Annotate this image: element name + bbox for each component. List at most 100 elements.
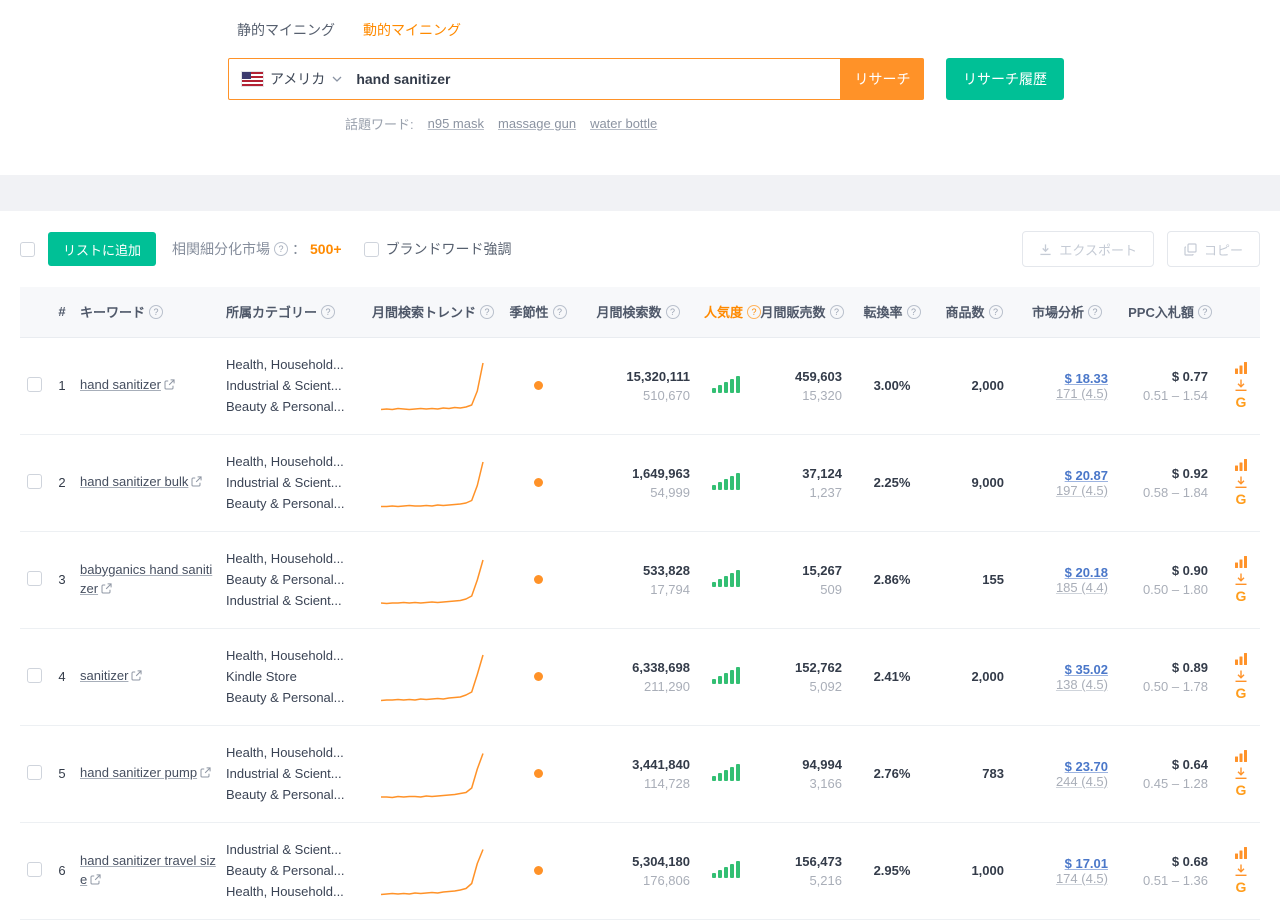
keyword-analytics-icon[interactable] xyxy=(1234,361,1248,375)
download-icon[interactable] xyxy=(1234,572,1248,586)
col-header-ppc[interactable]: PPC入札額 xyxy=(1128,302,1194,321)
external-link-icon[interactable] xyxy=(191,475,202,490)
category-line: Health, Household... xyxy=(226,884,344,899)
reviews-link[interactable]: 244 (4.5) xyxy=(1056,774,1108,789)
external-link-icon[interactable] xyxy=(164,378,175,393)
google-trends-icon[interactable]: G xyxy=(1236,395,1247,410)
help-icon[interactable]: ? xyxy=(480,304,494,319)
help-icon[interactable]: ? xyxy=(1197,304,1212,319)
popularity-bars-icon xyxy=(712,666,740,684)
copy-button[interactable]: コピー xyxy=(1166,231,1260,267)
keyword-analytics-icon[interactable] xyxy=(1234,749,1248,763)
brand-word-checkbox[interactable] xyxy=(363,241,379,257)
col-header-seasonality[interactable]: 季節性 xyxy=(509,302,548,321)
average-price-link[interactable]: $ 35.02 xyxy=(1065,662,1108,677)
help-icon[interactable]: ? xyxy=(906,304,921,319)
tab-static-mining[interactable]: 静的マイニング xyxy=(237,20,335,44)
col-header-keyword[interactable]: キーワード xyxy=(80,302,145,321)
product-count: 1,000 xyxy=(971,863,1004,878)
category-cell: Health, Household... Beauty & Personal..… xyxy=(222,531,366,629)
row-index: 5 xyxy=(48,725,76,823)
keyword-analytics-icon[interactable] xyxy=(1234,555,1248,569)
row-checkbox[interactable] xyxy=(26,473,42,489)
help-icon[interactable]: ? xyxy=(274,242,289,256)
help-icon[interactable]: ? xyxy=(149,304,164,319)
keyword-search-input[interactable] xyxy=(356,59,840,99)
seasonality-cell xyxy=(500,628,576,726)
help-icon[interactable]: ? xyxy=(1088,304,1102,319)
download-icon[interactable] xyxy=(1234,475,1248,489)
keyword-analytics-icon[interactable] xyxy=(1234,652,1248,666)
reviews-link[interactable]: 185 (4.4) xyxy=(1056,580,1108,595)
row-checkbox[interactable] xyxy=(26,861,42,877)
help-icon[interactable]: ? xyxy=(829,304,844,319)
external-link-icon[interactable] xyxy=(90,873,101,888)
google-trends-icon[interactable]: G xyxy=(1236,783,1247,798)
average-price-link[interactable]: $ 17.01 xyxy=(1065,856,1108,871)
col-header-products[interactable]: 商品数 xyxy=(945,302,984,321)
reviews-link[interactable]: 171 (4.5) xyxy=(1056,386,1108,401)
download-icon[interactable] xyxy=(1234,378,1248,392)
research-history-button[interactable]: リサーチ履歴 xyxy=(946,58,1064,100)
help-icon[interactable]: ? xyxy=(665,304,680,319)
col-header-popularity[interactable]: 人気度 xyxy=(704,302,743,321)
external-link-icon[interactable] xyxy=(200,766,211,781)
col-header-market[interactable]: 市場分析 xyxy=(1032,302,1084,321)
row-checkbox[interactable] xyxy=(26,376,42,392)
add-to-list-button[interactable]: リストに追加 xyxy=(48,232,157,266)
select-all-checkbox[interactable] xyxy=(20,241,35,257)
copy-icon xyxy=(1184,242,1197,256)
average-price-link[interactable]: $ 20.18 xyxy=(1065,565,1108,580)
hot-word-link[interactable]: massage gun xyxy=(498,116,576,131)
reviews-link[interactable]: 197 (4.5) xyxy=(1056,483,1108,498)
keyword-analytics-icon[interactable] xyxy=(1234,458,1248,472)
external-link-icon[interactable] xyxy=(131,669,143,684)
google-trends-icon[interactable]: G xyxy=(1236,492,1247,507)
research-button[interactable]: リサーチ xyxy=(841,58,924,100)
google-trends-icon[interactable]: G xyxy=(1236,880,1247,895)
hot-word-link[interactable]: n95 mask xyxy=(428,116,484,131)
col-header-conversion[interactable]: 転換率 xyxy=(863,302,902,321)
col-header-trend[interactable]: 月間検索トレンド xyxy=(372,302,476,321)
product-count: 155 xyxy=(982,572,1004,587)
google-trends-icon[interactable]: G xyxy=(1236,589,1247,604)
download-icon[interactable] xyxy=(1234,863,1248,877)
us-flag-icon xyxy=(241,71,264,87)
export-button[interactable]: エクスポート xyxy=(1022,231,1154,267)
average-price-link[interactable]: $ 23.70 xyxy=(1065,759,1108,774)
col-header-category[interactable]: 所属カテゴリー xyxy=(226,302,317,321)
chevron-down-icon xyxy=(332,76,342,82)
help-icon[interactable]: ? xyxy=(321,304,336,319)
external-link-icon[interactable] xyxy=(101,582,112,597)
row-checkbox[interactable] xyxy=(26,667,42,683)
keyword-link[interactable]: sanitizer xyxy=(80,668,128,683)
row-checkbox[interactable] xyxy=(26,570,42,586)
tab-dynamic-mining[interactable]: 動的マイニング xyxy=(363,20,461,44)
country-selector[interactable]: アメリカ xyxy=(229,69,356,89)
keyword-link[interactable]: hand sanitizer pump xyxy=(80,765,197,780)
help-icon[interactable]: ? xyxy=(552,304,567,319)
reviews-link[interactable]: 138 (4.5) xyxy=(1056,677,1108,692)
download-icon[interactable] xyxy=(1234,669,1248,683)
help-icon[interactable]: ? xyxy=(747,304,762,319)
monthly-sales-cell: 94,994 3,166 xyxy=(752,725,852,823)
download-icon[interactable] xyxy=(1234,766,1248,780)
row-checkbox[interactable] xyxy=(26,764,42,780)
results-toolbar: リストに追加 相関細分化市場 ? ： 500+ ブランドワード強調 エクスポート… xyxy=(20,231,1260,267)
hot-word-link[interactable]: water bottle xyxy=(590,116,657,131)
reviews-link[interactable]: 174 (4.5) xyxy=(1056,871,1108,886)
col-header-search-volume[interactable]: 月間検索数 xyxy=(596,302,661,321)
help-icon[interactable]: ? xyxy=(988,304,1003,319)
brand-word-toggle[interactable]: ブランドワード強調 xyxy=(363,239,512,259)
niche-market-count[interactable]: 500+ xyxy=(310,241,342,257)
country-label: アメリカ xyxy=(270,71,326,87)
average-price-link[interactable]: $ 18.33 xyxy=(1065,371,1108,386)
col-header-sales[interactable]: 月間販売数 xyxy=(760,302,825,321)
average-price-link[interactable]: $ 20.87 xyxy=(1065,468,1108,483)
keyword-link[interactable]: hand sanitizer bulk xyxy=(80,474,188,489)
google-trends-icon[interactable]: G xyxy=(1236,686,1247,701)
keyword-link[interactable]: babyganics hand sanitizer xyxy=(80,562,212,596)
keyword-link[interactable]: hand sanitizer xyxy=(80,377,161,392)
hot-words-label: 話題ワード: xyxy=(345,117,414,132)
keyword-analytics-icon[interactable] xyxy=(1234,846,1248,860)
